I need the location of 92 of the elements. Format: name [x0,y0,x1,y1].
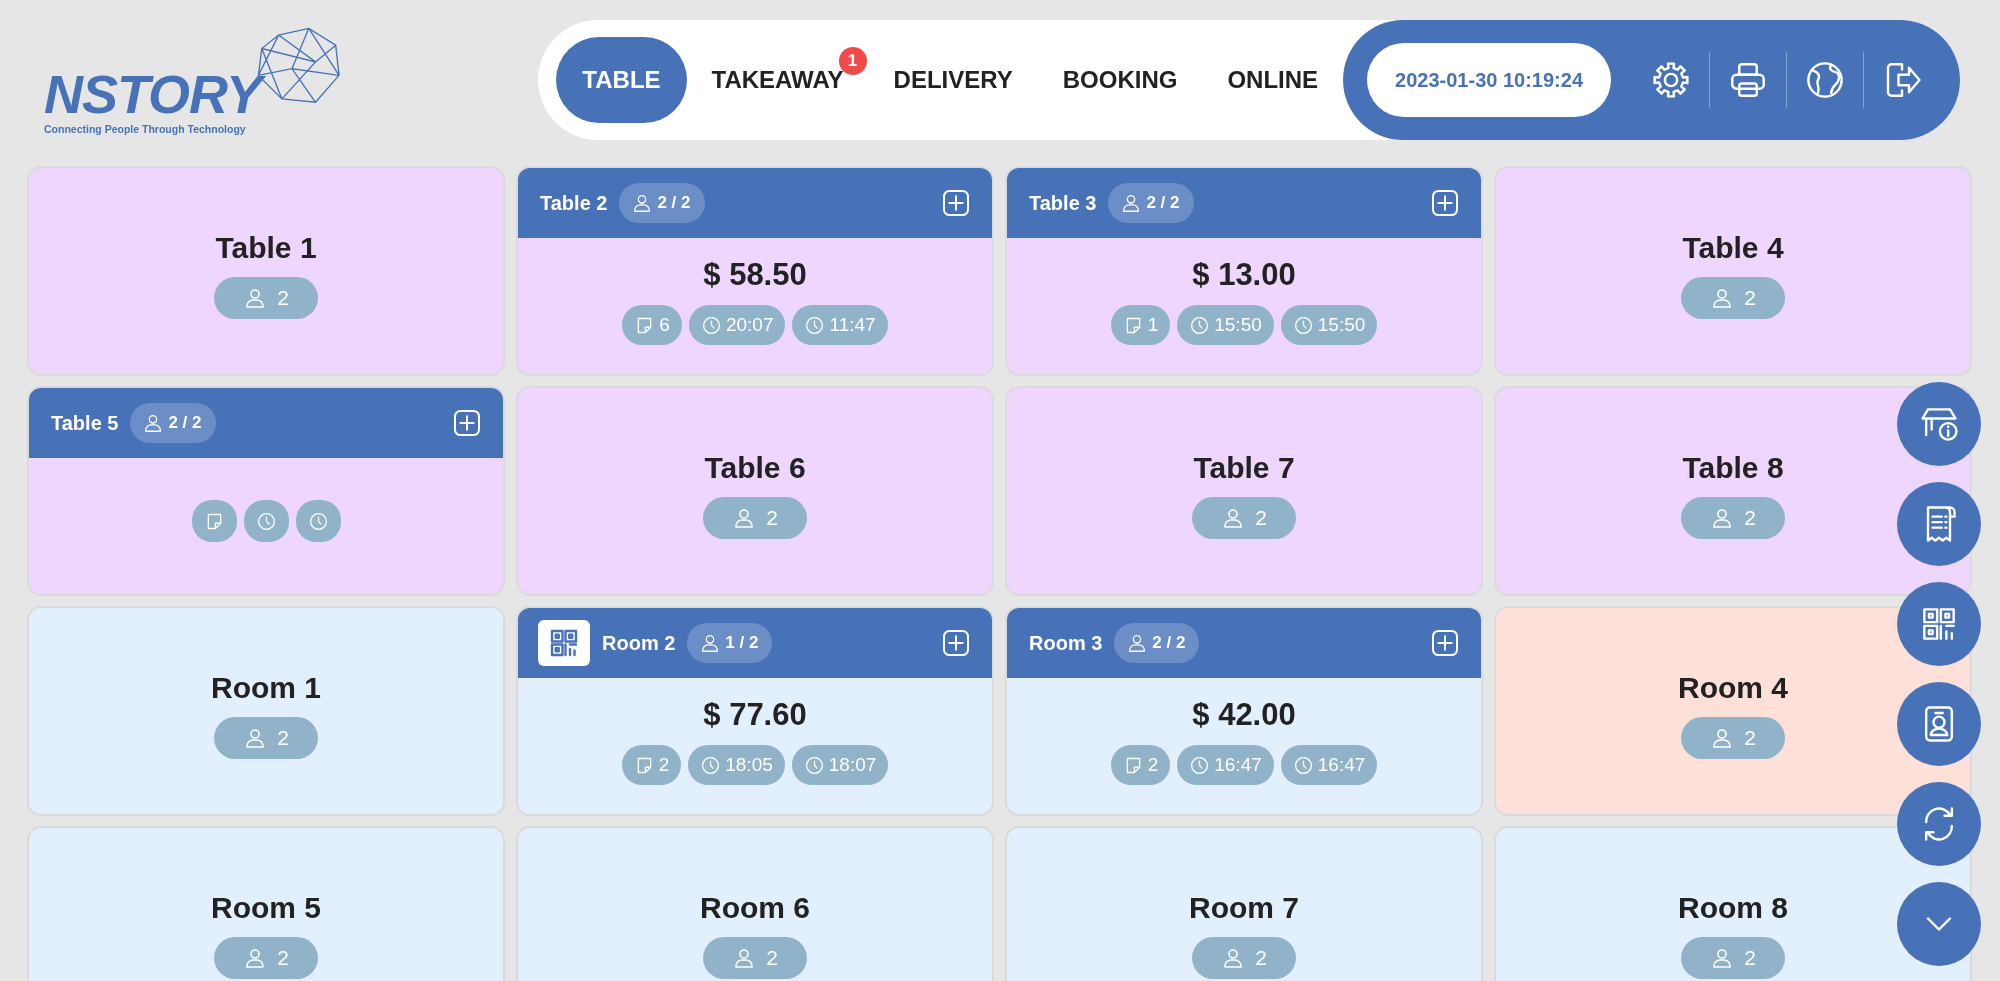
clock-icon [1292,754,1314,776]
plus-icon [1429,627,1461,659]
table-name: Room 5 [211,891,321,925]
guest-count: 2 [214,277,318,319]
nav-tab[interactable]: BOOKING [1037,37,1203,123]
time-badge: 18:05 [688,745,785,785]
table-card[interactable]: Room 8 2 [1496,828,1970,981]
guest-count: 2 [703,937,807,979]
clock-icon [255,510,277,532]
nav-tab[interactable]: ONLINE [1202,37,1344,123]
table-card[interactable]: Table 6 2 [518,388,992,594]
clock-icon [1189,314,1211,336]
guest-count: 2 / 2 [1114,623,1200,663]
time-badge: 15:50 [1280,305,1378,345]
order-amount: $ 58.50 [703,257,807,293]
time-badge: 18:07 [791,745,889,785]
plus-icon [940,627,972,659]
order-amount: $ 77.60 [703,697,807,733]
clock-icon [700,314,722,336]
guest-count: 1 / 2 [687,623,773,663]
guest-count: 2 / 2 [1108,183,1194,223]
notes-badge: 2 [621,745,682,785]
guest-count: 2 [214,717,318,759]
order-amount: $ 42.00 [1192,697,1296,733]
guest-count: 2 / 2 [130,403,216,443]
add-button[interactable] [940,627,972,659]
table-name: Table 1 [215,231,317,265]
notes-badge: 6 [622,305,682,345]
guest-count: 2 [1681,277,1785,319]
nav-tab[interactable]: TABLE [556,37,687,123]
time-badge: 11:47 [792,305,888,345]
add-button[interactable] [1429,187,1461,219]
clock-icon [1292,314,1314,336]
time-badge: 20:07 [688,305,786,345]
table-name: Room 4 [1678,671,1788,705]
settings-icon [1650,59,1692,101]
notes-badge: 1 [1110,305,1171,345]
table-card[interactable]: Table 2 2 / 2 $ 58.50 6 20:07 11:47 [518,168,992,374]
add-button[interactable] [940,187,972,219]
table-card[interactable]: Room 3 2 / 2 $ 42.00 2 16:47 16:47 [1007,608,1481,814]
clock-icon [700,754,722,776]
guest-count: 2 [1681,937,1785,979]
table-name: Room 6 [700,891,810,925]
logo-tagline: Connecting People Through Technology [44,123,246,135]
table-card[interactable]: Table 3 2 / 2 $ 13.00 1 15:50 15:50 [1007,168,1481,374]
table-name: Table 5 [51,411,119,435]
table-card[interactable]: Table 4 2 [1496,168,1970,374]
time-badge: 15:50 [1177,305,1274,345]
table-card[interactable]: Table 1 2 [29,168,503,374]
table-card[interactable]: Room 6 2 [518,828,992,981]
notes-badge: 2 [1110,745,1171,785]
clock-icon [1189,754,1211,776]
table-name: Table 7 [1193,451,1295,485]
globe-icon [1804,59,1846,101]
table-name: Table 2 [540,191,608,215]
add-button[interactable] [451,407,483,439]
table-name: Room 2 [602,631,676,655]
clock-icon [803,754,825,776]
table-name: Table 8 [1682,451,1784,485]
table-name: Room 1 [211,671,321,705]
table-name: Table 6 [704,451,806,485]
guest-count: 2 / 2 [619,183,705,223]
table-card[interactable]: Table 5 2 / 2 [29,388,503,594]
table-card[interactable]: Room 1 2 [29,608,503,814]
order-amount: $ 13.00 [1192,257,1296,293]
table-card[interactable]: Table 8 2 [1496,388,1970,594]
plus-icon [940,187,972,219]
nav-tab[interactable]: DELIVERY [868,37,1038,123]
guest-count: 2 [1681,497,1785,539]
table-name: Table 3 [1029,191,1097,215]
nav-tab[interactable]: TAKEAWAY 1 [686,37,869,123]
guest-count: 2 [1681,717,1785,759]
clock-icon [307,510,329,532]
plus-icon [451,407,483,439]
table-card[interactable]: Room 5 2 [29,828,503,981]
table-name: Room 3 [1029,631,1103,655]
add-button[interactable] [1429,627,1461,659]
time-badge: 16:47 [1280,745,1378,785]
plus-icon [1429,187,1461,219]
clock-icon [804,314,826,336]
table-name: Room 7 [1189,891,1299,925]
date-time: 2023-01-30 10:19:24 [1367,43,1611,117]
guest-count: 2 [1192,937,1296,979]
table-name: Room 8 [1678,891,1788,925]
guest-count: 2 [703,497,807,539]
table-card[interactable]: Room 7 2 [1007,828,1481,981]
guest-count: 2 [1192,497,1296,539]
guest-count: 2 [214,937,318,979]
table-name: Table 4 [1682,231,1784,265]
time-badge: 16:47 [1177,745,1274,785]
table-card[interactable]: Room 2 1 / 2 $ 77.60 2 18:05 18:07 [518,608,992,814]
table-card[interactable]: Table 7 2 [1007,388,1481,594]
